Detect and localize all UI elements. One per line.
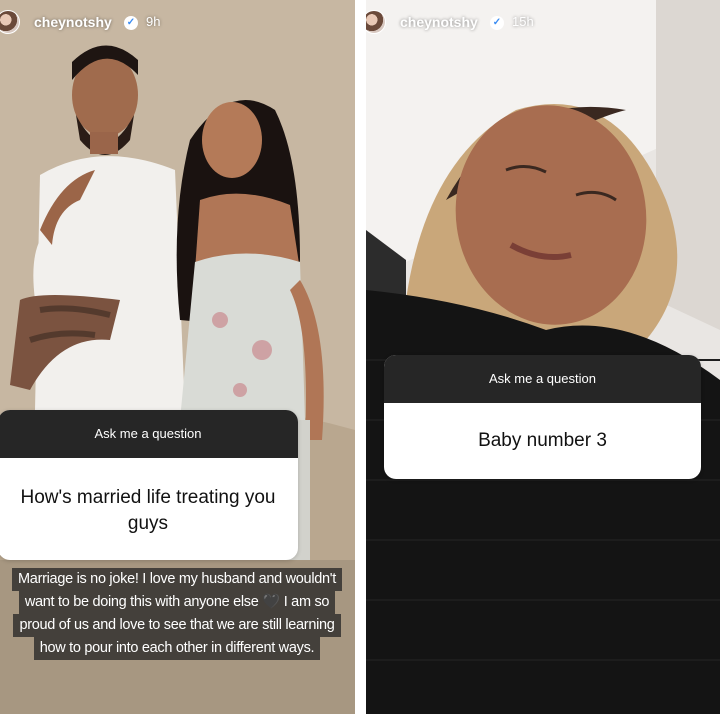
right-story-panel[interactable]: cheynotshy ✓ 15h Ask me a question Baby …	[366, 0, 720, 714]
answer-line-text: I am so	[283, 594, 330, 610]
left-story-panel[interactable]: cheynotshy ✓ 9h Ask me a question How's …	[0, 0, 355, 714]
username[interactable]: cheynotshy	[400, 14, 478, 30]
answer-line: want to be doing this with anyone else 🖤…	[18, 591, 336, 614]
question-sticker[interactable]: Ask me a question How's married life tre…	[0, 410, 298, 560]
time-ago: 15h	[512, 14, 534, 29]
question-sticker[interactable]: Ask me a question Baby number 3	[384, 355, 701, 479]
verified-badge-icon: ✓	[490, 16, 504, 30]
profile-avatar[interactable]	[366, 10, 386, 34]
right-story-header: cheynotshy ✓ 15h	[366, 8, 720, 38]
profile-avatar[interactable]	[0, 10, 20, 34]
answer-line: Marriage is no joke! I love my husband a…	[12, 568, 342, 591]
left-story-header: cheynotshy ✓ 9h	[0, 8, 355, 38]
answer-line: proud of us and love to see that we are …	[13, 614, 341, 637]
answer-line: how to pour into each other in different…	[33, 637, 321, 660]
username[interactable]: cheynotshy	[34, 14, 112, 30]
question-sticker-header: Ask me a question	[384, 355, 701, 403]
question-sticker-header: Ask me a question	[0, 410, 298, 458]
answer-caption: Marriage is no joke! I love my husband a…	[12, 568, 342, 660]
question-text: How's married life treating you guys	[20, 487, 276, 534]
answer-line-text: want to be doing this with anyone else	[24, 594, 259, 610]
question-text: Baby number 3	[478, 430, 607, 451]
verified-badge-icon: ✓	[124, 16, 138, 30]
time-ago: 9h	[146, 14, 161, 29]
black-heart-icon: 🖤	[262, 594, 280, 610]
